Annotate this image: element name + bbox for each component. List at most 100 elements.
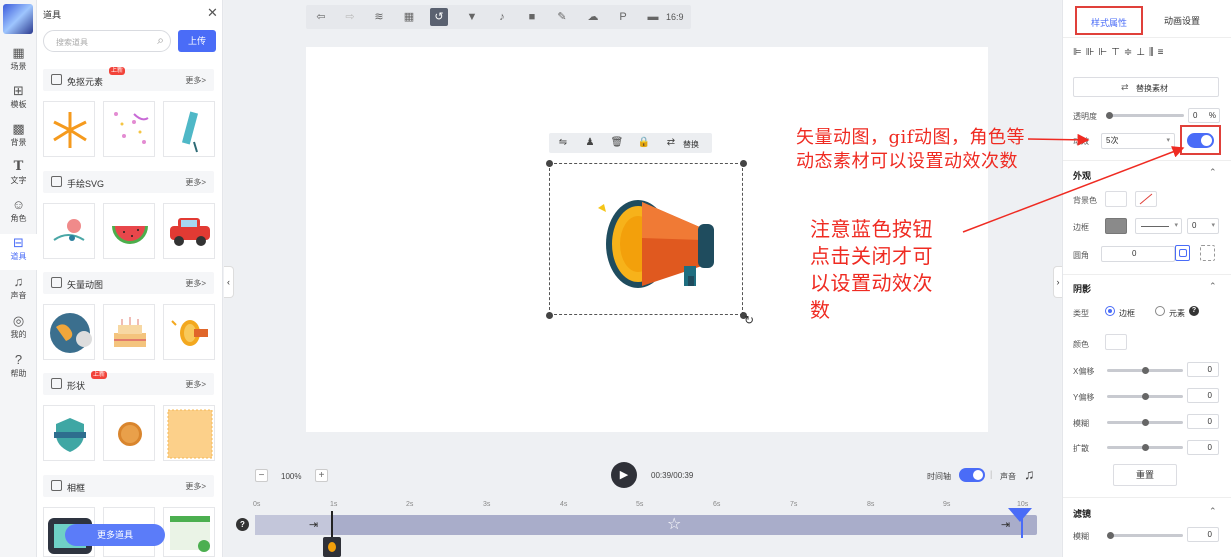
pen-icon[interactable]: ✎ [553, 8, 571, 26]
slider-knob[interactable] [1142, 444, 1149, 451]
close-icon[interactable]: ✕ [207, 5, 218, 21]
more-link[interactable]: 更多> [185, 177, 206, 188]
nav-item-mine[interactable]: ◎ 我的 [0, 312, 37, 348]
playhead-start[interactable] [331, 511, 333, 539]
screen-icon[interactable]: ▬ [644, 8, 662, 26]
blur-slider[interactable] [1107, 419, 1183, 426]
radio-element[interactable] [1155, 306, 1165, 316]
prop-thumbnail[interactable] [163, 203, 215, 259]
opacity-input[interactable]: 0 % [1188, 108, 1220, 123]
collapse-left-icon[interactable]: ‹ [224, 266, 234, 298]
scene-track[interactable]: ⇥ ☆ ⇥ [255, 511, 1037, 539]
prop-thumbnail[interactable] [43, 304, 95, 360]
filter-blur-slider[interactable] [1107, 532, 1183, 539]
timeline-toggle[interactable] [959, 468, 985, 482]
border-width-select[interactable]: 0 ▾ [1187, 218, 1219, 234]
more-link[interactable]: 更多> [185, 481, 206, 492]
microphone-icon[interactable]: ♪ [493, 8, 511, 26]
align-vcenter-icon[interactable]: ≑ [1124, 47, 1136, 58]
prop-thumbnail[interactable] [103, 405, 155, 461]
border-style-select[interactable]: ▾ [1135, 218, 1182, 234]
aspect-ratio[interactable]: 16:9 [666, 12, 684, 22]
prop-thumbnail[interactable] [163, 101, 215, 157]
nav-item-scene[interactable]: ▦ 场景 [0, 44, 37, 80]
selection-box[interactable] [549, 163, 743, 315]
align-bottom-icon[interactable]: ⊥ [1136, 47, 1149, 58]
effect-toggle[interactable] [1187, 133, 1214, 148]
prop-thumbnail[interactable] [103, 101, 155, 157]
resize-handle[interactable] [546, 160, 553, 167]
radius-each-icon[interactable] [1200, 245, 1215, 261]
yoffset-input[interactable]: 0 [1187, 388, 1219, 403]
enter-icon[interactable]: ⇥ [309, 518, 318, 531]
nav-item-template[interactable]: ⊞ 模板 [0, 82, 37, 118]
replace-material-button[interactable]: ⇄ 替换素材 [1073, 77, 1219, 97]
nav-item-text[interactable]: T 文字 [0, 158, 37, 194]
slider-knob[interactable] [1106, 112, 1113, 119]
shadow-color-swatch[interactable] [1105, 334, 1127, 350]
rotate-icon[interactable]: ↻ [744, 313, 754, 327]
delete-icon[interactable]: 🗑 [608, 134, 626, 152]
info-icon[interactable]: ? [1189, 306, 1199, 316]
align-right-icon[interactable]: ⊩ [1098, 47, 1111, 58]
more-link[interactable]: 更多> [185, 379, 206, 390]
more-props-button[interactable]: 更多道具 [65, 524, 165, 546]
distribute-v-icon[interactable]: ≡ [1158, 47, 1168, 58]
prop-thumbnail[interactable] [163, 304, 215, 360]
tab-animation[interactable]: 动画设置 [1164, 14, 1200, 27]
blur-input[interactable]: 0 [1187, 414, 1219, 429]
layers-icon[interactable]: ≋ [370, 8, 388, 26]
opacity-slider[interactable] [1106, 112, 1184, 119]
section-header[interactable]: 矢量动图 更多> [43, 272, 214, 294]
zoom-in-button[interactable]: + [315, 469, 328, 482]
nav-item-props[interactable]: ⊟ 道具 [0, 234, 37, 270]
nav-item-help[interactable]: ? 帮助 [0, 351, 37, 387]
prop-thumbnail[interactable] [103, 304, 155, 360]
resize-handle[interactable] [546, 312, 553, 319]
nav-item-background[interactable]: ▩ 背景 [0, 120, 37, 156]
yoffset-slider[interactable] [1107, 393, 1183, 400]
search-input[interactable]: 搜索道具 ⌕ [43, 30, 171, 52]
radius-input[interactable]: 0 [1101, 246, 1175, 262]
grid-toggle-icon[interactable]: ▦ [400, 8, 418, 26]
zoom-out-button[interactable]: − [255, 469, 268, 482]
chevron-up-icon[interactable]: ⌃ [1209, 167, 1217, 178]
section-header[interactable]: 手绘SVG 更多> [43, 171, 214, 193]
tab-style[interactable]: 样式属性 [1075, 6, 1143, 35]
bgcolor-swatch[interactable] [1105, 191, 1127, 207]
slider-knob[interactable] [1142, 419, 1149, 426]
replace-label[interactable]: 替换 [683, 139, 699, 150]
lock-icon[interactable]: 🔒 [635, 134, 653, 152]
nav-item-character[interactable]: ☺ 角色 [0, 196, 37, 232]
search-icon[interactable]: ⌕ [157, 33, 164, 48]
reset-button[interactable]: 重置 [1113, 464, 1177, 486]
border-color-swatch[interactable] [1105, 218, 1127, 234]
xoffset-slider[interactable] [1107, 367, 1183, 374]
no-color-button[interactable] [1135, 191, 1157, 207]
prop-thumbnail[interactable] [163, 507, 215, 557]
distribute-h-icon[interactable]: ⫼ [1149, 47, 1158, 58]
flip-icon[interactable]: ⇋ [554, 134, 572, 152]
replace-icon[interactable]: ⇄ [662, 134, 680, 152]
align-top-icon[interactable]: ⊤ [1111, 47, 1124, 58]
parking-icon[interactable]: P [614, 8, 632, 26]
radius-all-icon[interactable] [1175, 245, 1190, 261]
align-left-icon[interactable]: ⊫ [1073, 47, 1086, 58]
resize-handle[interactable] [740, 160, 747, 167]
slider-knob[interactable] [1107, 532, 1114, 539]
more-link[interactable]: 更多> [185, 278, 206, 289]
section-header[interactable]: 形状 上新 更多> [43, 371, 214, 395]
spread-slider[interactable] [1107, 444, 1183, 451]
chevron-up-icon[interactable]: ⌃ [1209, 506, 1217, 517]
nav-item-sound[interactable]: ♫ 声音 [0, 273, 37, 309]
type-option-border[interactable]: 边框 [1119, 308, 1135, 319]
prop-thumbnail[interactable] [43, 405, 95, 461]
slider-knob[interactable] [1142, 393, 1149, 400]
filter-blur-input[interactable]: 0 [1187, 527, 1219, 542]
redo-icon[interactable]: ⇨ [341, 8, 359, 26]
slider-knob[interactable] [1142, 367, 1149, 374]
play-button[interactable]: ▶ [611, 462, 637, 488]
radio-border[interactable] [1105, 306, 1115, 316]
star-icon[interactable]: ☆ [667, 515, 681, 535]
undo-icon[interactable]: ⇦ [312, 8, 330, 26]
